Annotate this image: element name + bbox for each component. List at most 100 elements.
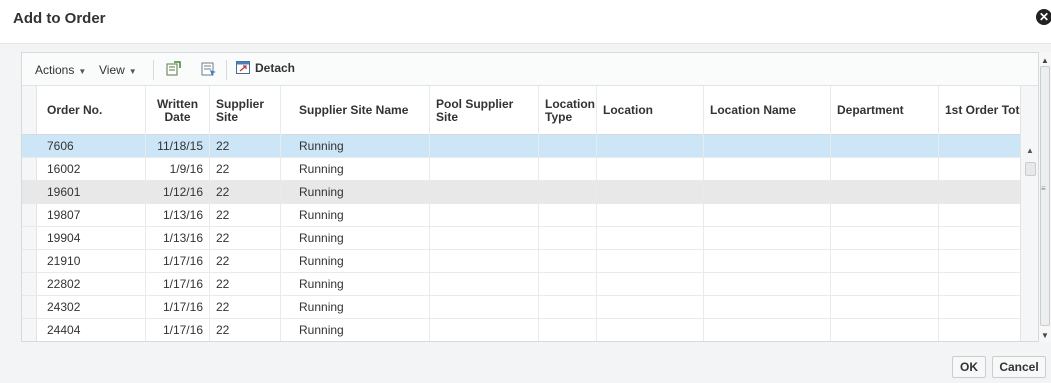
- cancel-button[interactable]: Cancel: [992, 356, 1046, 378]
- detach-icon: [236, 61, 250, 74]
- scroll-up-icon[interactable]: ▲: [1026, 146, 1034, 155]
- table-cell: [597, 273, 704, 296]
- table-cell: 22: [210, 135, 281, 158]
- table-cell: [597, 204, 704, 227]
- table-cell: 24404: [37, 319, 146, 341]
- table-cell: 1/13/16: [146, 204, 210, 227]
- table-cell: [704, 227, 831, 250]
- column-header-written-date[interactable]: Written Date: [146, 86, 210, 135]
- table-cell: [430, 227, 539, 250]
- table-cell: [539, 250, 597, 273]
- column-header-first-order-total[interactable]: 1st Order Tot: [939, 86, 1020, 135]
- freeze-icon[interactable]: [201, 61, 217, 77]
- scroll-up-icon[interactable]: ▲: [1041, 56, 1049, 65]
- column-header-location-name[interactable]: Location Name: [704, 86, 831, 135]
- detach-button[interactable]: Detach: [236, 61, 295, 75]
- column-header-supplier-site-name[interactable]: Supplier Site Name: [281, 86, 430, 135]
- table-cell: [939, 181, 1020, 204]
- chevron-down-icon: ▼: [128, 67, 137, 76]
- table-cell: [539, 296, 597, 319]
- table-cell: [430, 250, 539, 273]
- dialog-titlebar: Add to Order ✕: [0, 0, 1051, 44]
- toolbar-divider: [226, 60, 227, 80]
- actions-menu[interactable]: Actions ▼: [35, 63, 86, 77]
- table-cell: Running: [281, 319, 430, 341]
- scroll-down-icon[interactable]: ▼: [1041, 331, 1049, 340]
- dialog-title: Add to Order: [13, 10, 106, 27]
- close-icon[interactable]: ✕: [1036, 9, 1051, 25]
- scrollbar-thumb[interactable]: [1025, 162, 1036, 176]
- table-cell: 1/17/16: [146, 273, 210, 296]
- table-cell: [831, 181, 939, 204]
- table-row[interactable]: 24404 1/17/16 22 Running: [22, 319, 1020, 341]
- table-cell: 1/17/16: [146, 319, 210, 341]
- table-cell: [831, 158, 939, 181]
- grid-toolbar: Actions ▼ View ▼ Detach: [22, 53, 1038, 86]
- table-cell: [597, 158, 704, 181]
- column-header-order-no[interactable]: Order No.: [37, 86, 146, 135]
- grid-body: 7606 11/18/15 22 Running 16002 1/9/16 22 Runnin…: [22, 135, 1020, 341]
- column-header-location[interactable]: Location: [597, 86, 704, 135]
- table-cell: 21910: [37, 250, 146, 273]
- table-cell: [939, 296, 1020, 319]
- export-icon[interactable]: [165, 61, 181, 77]
- scrollbar-grip-icon: ≡: [1041, 184, 1046, 193]
- table-cell: [939, 250, 1020, 273]
- table-cell: [430, 204, 539, 227]
- table-cell: [704, 319, 831, 341]
- table-row[interactable]: 21910 1/17/16 22 Running: [22, 250, 1020, 273]
- table-cell: 19904: [37, 227, 146, 250]
- table-cell: [597, 250, 704, 273]
- table-cell: 22802: [37, 273, 146, 296]
- table-cell: 11/18/15: [146, 135, 210, 158]
- table-cell: [704, 273, 831, 296]
- table-cell: [539, 181, 597, 204]
- table-row[interactable]: 19807 1/13/16 22 Running: [22, 204, 1020, 227]
- view-menu[interactable]: View ▼: [99, 63, 137, 77]
- table-cell: [831, 204, 939, 227]
- table-cell: [939, 227, 1020, 250]
- table-row[interactable]: 24302 1/17/16 22 Running: [22, 296, 1020, 319]
- table-cell: [831, 250, 939, 273]
- table-cell: [939, 135, 1020, 158]
- detach-label: Detach: [255, 61, 296, 75]
- table-cell: 19807: [37, 204, 146, 227]
- table-cell: Running: [281, 250, 430, 273]
- table-cell: [939, 204, 1020, 227]
- table-cell: [831, 227, 939, 250]
- table-cell: Running: [281, 181, 430, 204]
- scrollbar-thumb[interactable]: [1040, 66, 1050, 326]
- table-cell: [704, 158, 831, 181]
- grid-vertical-scrollbar[interactable]: ▲: [1020, 86, 1038, 341]
- table-cell: 22: [210, 204, 281, 227]
- column-header-department[interactable]: Department: [831, 86, 939, 135]
- column-header-location-type[interactable]: Location Type: [539, 86, 597, 135]
- table-cell: Running: [281, 227, 430, 250]
- table-cell: [430, 181, 539, 204]
- column-header-supplier-site[interactable]: Supplier Site: [210, 86, 281, 135]
- table-row[interactable]: 7606 11/18/15 22 Running: [22, 135, 1020, 158]
- table-row[interactable]: 19904 1/13/16 22 Running: [22, 227, 1020, 250]
- table-cell: 22: [210, 250, 281, 273]
- toolbar-divider: [153, 60, 154, 80]
- grid-header: Order No. Written Date Supplier Site Sup…: [22, 86, 1020, 135]
- table-cell: [539, 158, 597, 181]
- table-cell: Running: [281, 273, 430, 296]
- table-cell: [831, 319, 939, 341]
- order-grid-panel: Actions ▼ View ▼ Detach Order No. Writte…: [21, 52, 1039, 342]
- table-row[interactable]: 22802 1/17/16 22 Running: [22, 273, 1020, 296]
- table-cell: [539, 273, 597, 296]
- table-cell: Running: [281, 135, 430, 158]
- table-cell: [939, 273, 1020, 296]
- table-cell: [939, 158, 1020, 181]
- table-cell: [430, 319, 539, 341]
- table-cell: [430, 273, 539, 296]
- table-cell: 22: [210, 227, 281, 250]
- table-cell: [597, 296, 704, 319]
- add-to-order-dialog: Add to Order ✕ Actions ▼ View ▼ Detach O…: [0, 0, 1051, 383]
- table-row[interactable]: 16002 1/9/16 22 Running: [22, 158, 1020, 181]
- dialog-vertical-scrollbar[interactable]: ▲ ≡ ▼: [1039, 52, 1051, 342]
- table-row[interactable]: 19601 1/12/16 22 Running: [22, 181, 1020, 204]
- column-header-pool-supplier-site[interactable]: Pool Supplier Site: [430, 86, 539, 135]
- ok-button[interactable]: OK: [952, 356, 986, 378]
